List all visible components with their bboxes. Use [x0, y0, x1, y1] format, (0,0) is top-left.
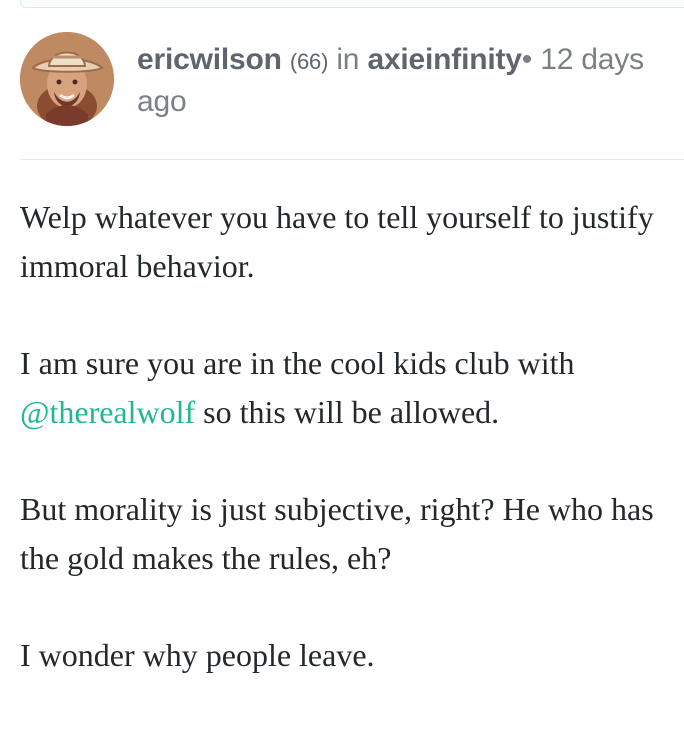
- profile-photo-icon: [20, 32, 114, 126]
- community-prefix: in: [336, 43, 360, 76]
- comment-body: Welp whatever you have to tell yourself …: [20, 193, 684, 728]
- meta-separator: •: [521, 43, 533, 76]
- community-link[interactable]: axieinfinity: [367, 43, 522, 76]
- author-link[interactable]: ericwilson: [137, 43, 282, 76]
- comment-header: ericwilson (66) in axieinfinity• 12 days…: [20, 30, 684, 130]
- comment-paragraph: I wonder why people leave.: [20, 637, 375, 673]
- avatar[interactable]: [20, 32, 114, 126]
- paragraph-text-after-mention: so this will be allowed.: [203, 394, 500, 430]
- comment-meta: ericwilson (66) in axieinfinity• 12 days…: [137, 40, 682, 122]
- comment-paragraph-with-mention: I am sure you are in the cool kids club …: [20, 339, 684, 437]
- header-divider: [20, 159, 684, 160]
- comment-paragraph: Welp whatever you have to tell yourself …: [20, 199, 654, 284]
- previous-card-edge: [20, 0, 684, 8]
- comment-paragraph: But morality is just subjective, right? …: [20, 491, 654, 576]
- reputation-badge: (66): [289, 49, 329, 74]
- mention-link[interactable]: @therealwolf: [20, 394, 195, 430]
- paragraph-text-before-mention: I am sure you are in the cool kids club …: [20, 345, 575, 381]
